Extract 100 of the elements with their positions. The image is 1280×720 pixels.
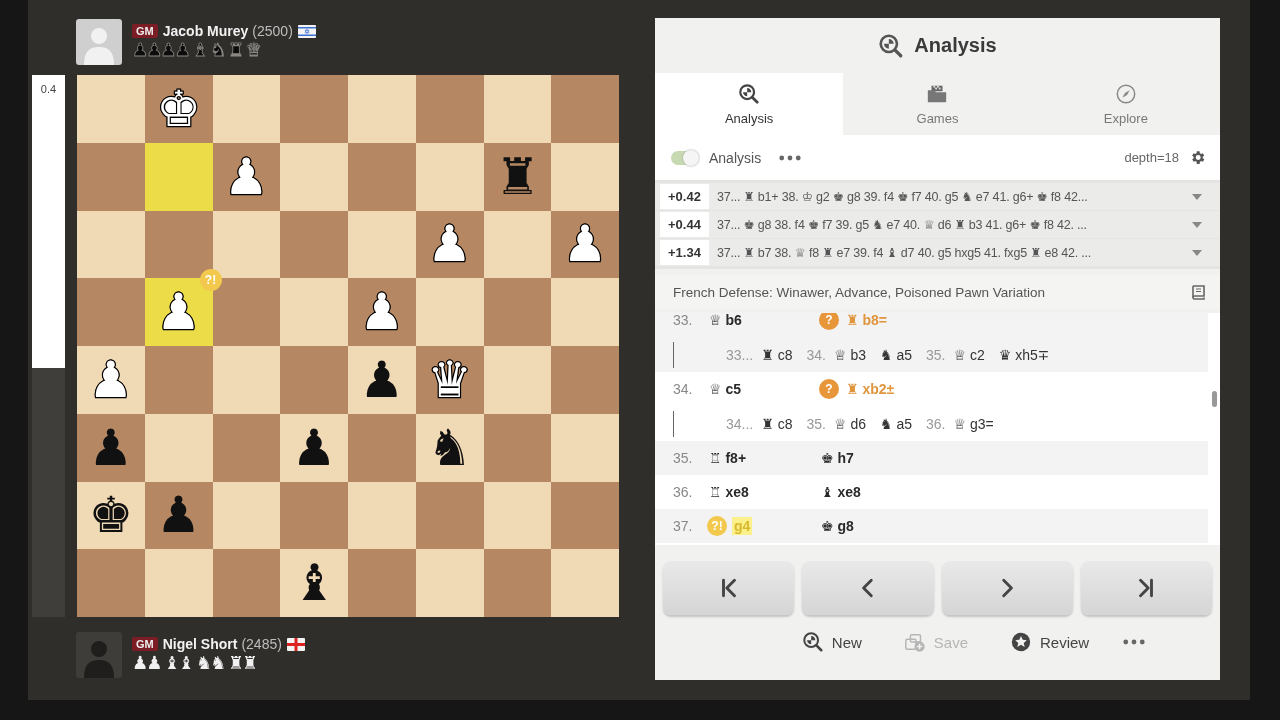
depth-label: depth=18 [1124,150,1179,165]
board-square[interactable] [212,346,281,414]
action-button[interactable]: Review [1008,627,1092,657]
variation-move[interactable]: ♞ a5 [879,415,912,432]
board-square[interactable] [212,413,281,482]
variation-move[interactable]: ♜ c8 [761,346,793,363]
variation-move[interactable]: ♜ c8 [761,415,793,432]
annotation-badge: ?! [707,516,727,536]
variation-move[interactable]: ♕ d6 [833,415,866,432]
chess-piece[interactable]: ♟ [291,419,337,476]
player-rating: (2500) [252,23,293,39]
next-move-button[interactable] [941,561,1073,615]
first-move-button[interactable] [663,561,795,615]
evaluation-score: +0.42 [660,184,709,209]
board-square[interactable] [415,481,484,550]
board-square[interactable] [280,481,348,550]
board-square[interactable]: ♟ [280,413,348,482]
action-button[interactable]: New [799,627,864,657]
move-number: 34... [726,415,754,432]
settings-icon[interactable] [1189,149,1206,166]
move-number: 35. [926,346,946,363]
move-number: 35. [806,415,826,432]
more-icon[interactable] [1123,639,1146,645]
move[interactable]: ♖ xe8 [707,483,751,501]
board-square[interactable] [144,413,213,482]
board-square[interactable] [483,278,552,346]
opening-name: French Defense: Winawer, Advance, Poisoned Pawn Variation [673,284,1045,300]
move[interactable]: ♚ g8 [819,517,856,535]
engine-line[interactable]: 37... ♚ g8 38. f4 ♚ f7 39. g5 ♞ e7 40. ♕ d6 ♜ b3 41. g6+ ♚ f8 42. ... [716,217,1184,232]
add-copy-icon [903,631,926,653]
last-move-button[interactable] [1080,561,1212,615]
board-square[interactable] [348,481,416,550]
variation-move[interactable]: ♕ c2 [953,346,985,363]
chess-piece[interactable]: ♝ [291,555,337,612]
engine-label: Analysis [709,149,762,166]
move-number: 35. [673,450,694,466]
move[interactable]: ♖ f8+ [707,449,749,467]
board-square[interactable]: ♟ [348,346,416,414]
chess-piece[interactable]: ♜ [494,148,540,205]
magnifier-icon [801,631,824,653]
move[interactable]: ♚ h7 [819,449,856,467]
board-square[interactable] [144,142,213,211]
tab[interactable]: Analysis [655,73,844,135]
chess-piece[interactable]: ♟ [359,351,405,408]
board-square[interactable] [415,142,484,211]
annotation-badge: ? [819,379,839,399]
chess-piece[interactable]: ♚ [88,487,134,544]
board-square[interactable]: ♟ [144,481,213,550]
board-square[interactable] [348,210,416,279]
board-square[interactable] [77,210,145,279]
more-icon[interactable] [779,154,802,161]
evaluation-score: +1.34 [660,240,709,265]
previous-move-button[interactable] [802,561,934,615]
board-square[interactable] [212,549,281,617]
tab[interactable]: Explore [1031,73,1220,135]
move[interactable]: ♕ c5 [707,380,743,398]
chess-piece[interactable]: ♟ [156,487,202,544]
move[interactable]: ♕ b6 [707,313,744,329]
engine-line[interactable]: 37... ♜ b7 38. ♕ f8 ♜ e7 39. f4 ♝ d7 40. g5 hxg5 41. fxg5 ♜ e8 42. ... [716,245,1184,260]
board-square[interactable] [483,210,552,279]
board-square[interactable]: ♚ [77,481,145,550]
board-square[interactable] [280,210,348,279]
captured-pieces: ♟♟ ♝♝ ♞♞ ♜♜ [132,653,258,673]
variation-move[interactable]: ♞ a5 [879,346,912,363]
move[interactable]: ♝ xe8 [819,483,863,501]
caret-icon[interactable] [1192,221,1202,228]
board-square[interactable] [483,413,552,482]
board-square[interactable]: ♟ [77,413,145,482]
board-square[interactable]: ♞ [415,413,484,482]
board-square[interactable] [551,481,619,550]
board-square[interactable]: ♝ [280,549,348,617]
player-name[interactable]: Nigel Short [162,636,238,652]
chess-piece[interactable]: ♞ [427,419,473,476]
title-badge: GM [132,24,158,38]
chess-piece[interactable]: ♟ [88,419,134,476]
board-square[interactable] [483,549,552,617]
toggle-switch[interactable] [671,150,699,165]
evaluation-score: +0.44 [660,212,709,237]
board-square[interactable] [483,481,552,550]
move-number: 33. [673,313,694,328]
player-rating: (2485) [241,636,282,652]
caret-icon[interactable] [1192,249,1202,256]
engine-line[interactable]: 37... ♜ b1+ 38. ♔ g2 ♚ g8 39. f4 ♚ f7 40. g5 ♞ e7 41. g6+ ♚ f8 42... [716,189,1184,204]
avatar-silhouette [76,18,122,65]
board-square[interactable] [212,481,281,550]
variation-move[interactable]: ♕ b3 [833,346,866,363]
move-number: 34. [673,381,694,397]
avatar-silhouette [76,631,122,678]
board-square[interactable] [483,75,552,143]
variation-move[interactable]: ♛ xh5∓ [998,346,1050,363]
move-number: 36. [926,415,946,432]
book-icon[interactable] [1190,284,1206,300]
board-square[interactable] [212,75,281,143]
variation-move[interactable]: ♕ g3= [953,415,994,432]
board-square[interactable] [483,346,552,414]
board-square[interactable]: ♜ [483,142,552,211]
evaluation-score: 0.4 [39,83,58,95]
tab[interactable]: Games [843,73,1032,135]
player-name[interactable]: Jacob Murey [162,23,249,39]
caret-icon[interactable] [1192,193,1202,200]
